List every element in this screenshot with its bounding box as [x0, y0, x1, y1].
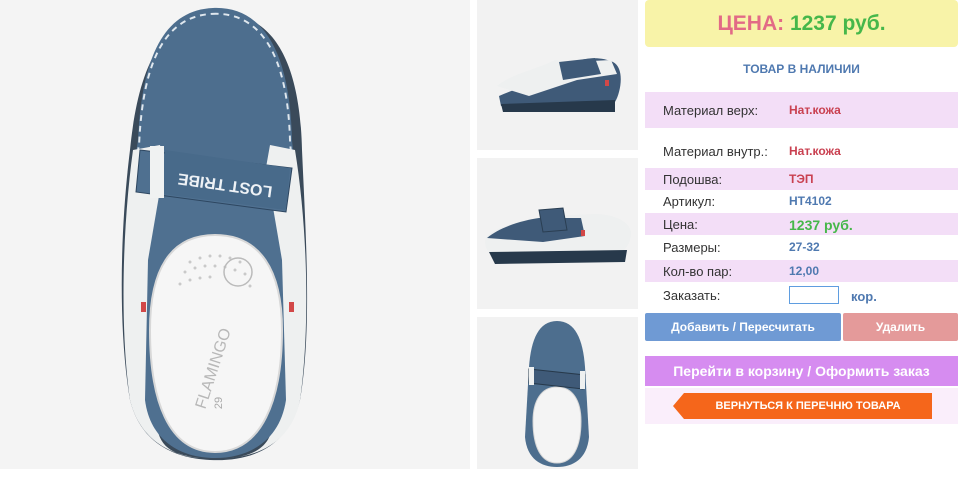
detail-label: Материал верх:	[663, 103, 759, 118]
detail-value: Нат.кожа	[789, 144, 841, 158]
detail-row-article: Артикул: HT4102	[645, 190, 958, 212]
product-thumbnail-top[interactable]	[477, 317, 638, 469]
detail-value: 12,00	[789, 264, 820, 278]
detail-value: Нат.кожа	[789, 103, 841, 117]
detail-label: Кол-во пар:	[663, 264, 733, 279]
shoe-side-view-icon	[485, 207, 631, 264]
detail-label: Артикул:	[663, 194, 716, 209]
detail-row-material-top: Материал верх: Нат.кожа	[645, 92, 958, 128]
detail-value: 1237 руб.	[789, 217, 853, 233]
detail-row-material-inner: Материал внутр.: Нат.кожа	[645, 134, 958, 170]
arrow-left-icon	[673, 393, 684, 419]
order-quantity-input[interactable]	[789, 286, 839, 304]
detail-label: Подошва:	[663, 172, 723, 187]
detail-row-pairs: Кол-во пар: 12,00	[645, 260, 958, 282]
detail-label: Материал внутр.:	[663, 144, 768, 159]
detail-label: Размеры:	[663, 240, 721, 255]
order-unit: кор.	[851, 289, 877, 304]
detail-label: Цена:	[663, 217, 698, 232]
price-banner-value: 1237 руб.	[789, 12, 886, 35]
delete-button[interactable]: Удалить	[843, 313, 958, 341]
detail-row-sole: Подошва: ТЭП	[645, 168, 958, 190]
add-recalculate-button[interactable]: Добавить / Пересчитать	[645, 313, 841, 341]
detail-row-sizes: Размеры: 27-32	[645, 236, 958, 258]
product-main-image[interactable]: LOST TRIBE FLAMINGO 29	[0, 0, 470, 469]
price-banner: ЦЕНА: 1237 руб.	[645, 0, 958, 47]
go-to-cart-button[interactable]: Перейти в корзину / Оформить заказ	[645, 356, 958, 386]
detail-label: Заказать:	[663, 288, 721, 303]
detail-value: ТЭП	[789, 172, 814, 186]
shoe-top-view-icon	[525, 321, 589, 467]
back-button-container: ВЕРНУТЬСЯ К ПЕРЕЧНЮ ТОВАРА	[645, 388, 958, 424]
detail-row-price: Цена: 1237 руб.	[645, 213, 958, 235]
detail-row-order: Заказать: кор.	[645, 284, 958, 310]
detail-value: HT4102	[789, 194, 832, 208]
insole-size: 29	[213, 397, 225, 409]
product-thumbnail-side-front[interactable]	[477, 0, 638, 150]
shoe-top-view: LOST TRIBE FLAMINGO 29	[121, 7, 308, 461]
product-thumbnail-side[interactable]	[477, 158, 638, 309]
stock-status: ТОВАР В НАЛИЧИИ	[743, 62, 860, 76]
shoe-side-view-icon	[497, 58, 621, 112]
detail-value: 27-32	[789, 240, 820, 254]
back-to-list-button[interactable]: ВЕРНУТЬСЯ К ПЕРЕЧНЮ ТОВАРА	[684, 393, 932, 419]
price-banner-label: ЦЕНА:	[717, 12, 785, 35]
